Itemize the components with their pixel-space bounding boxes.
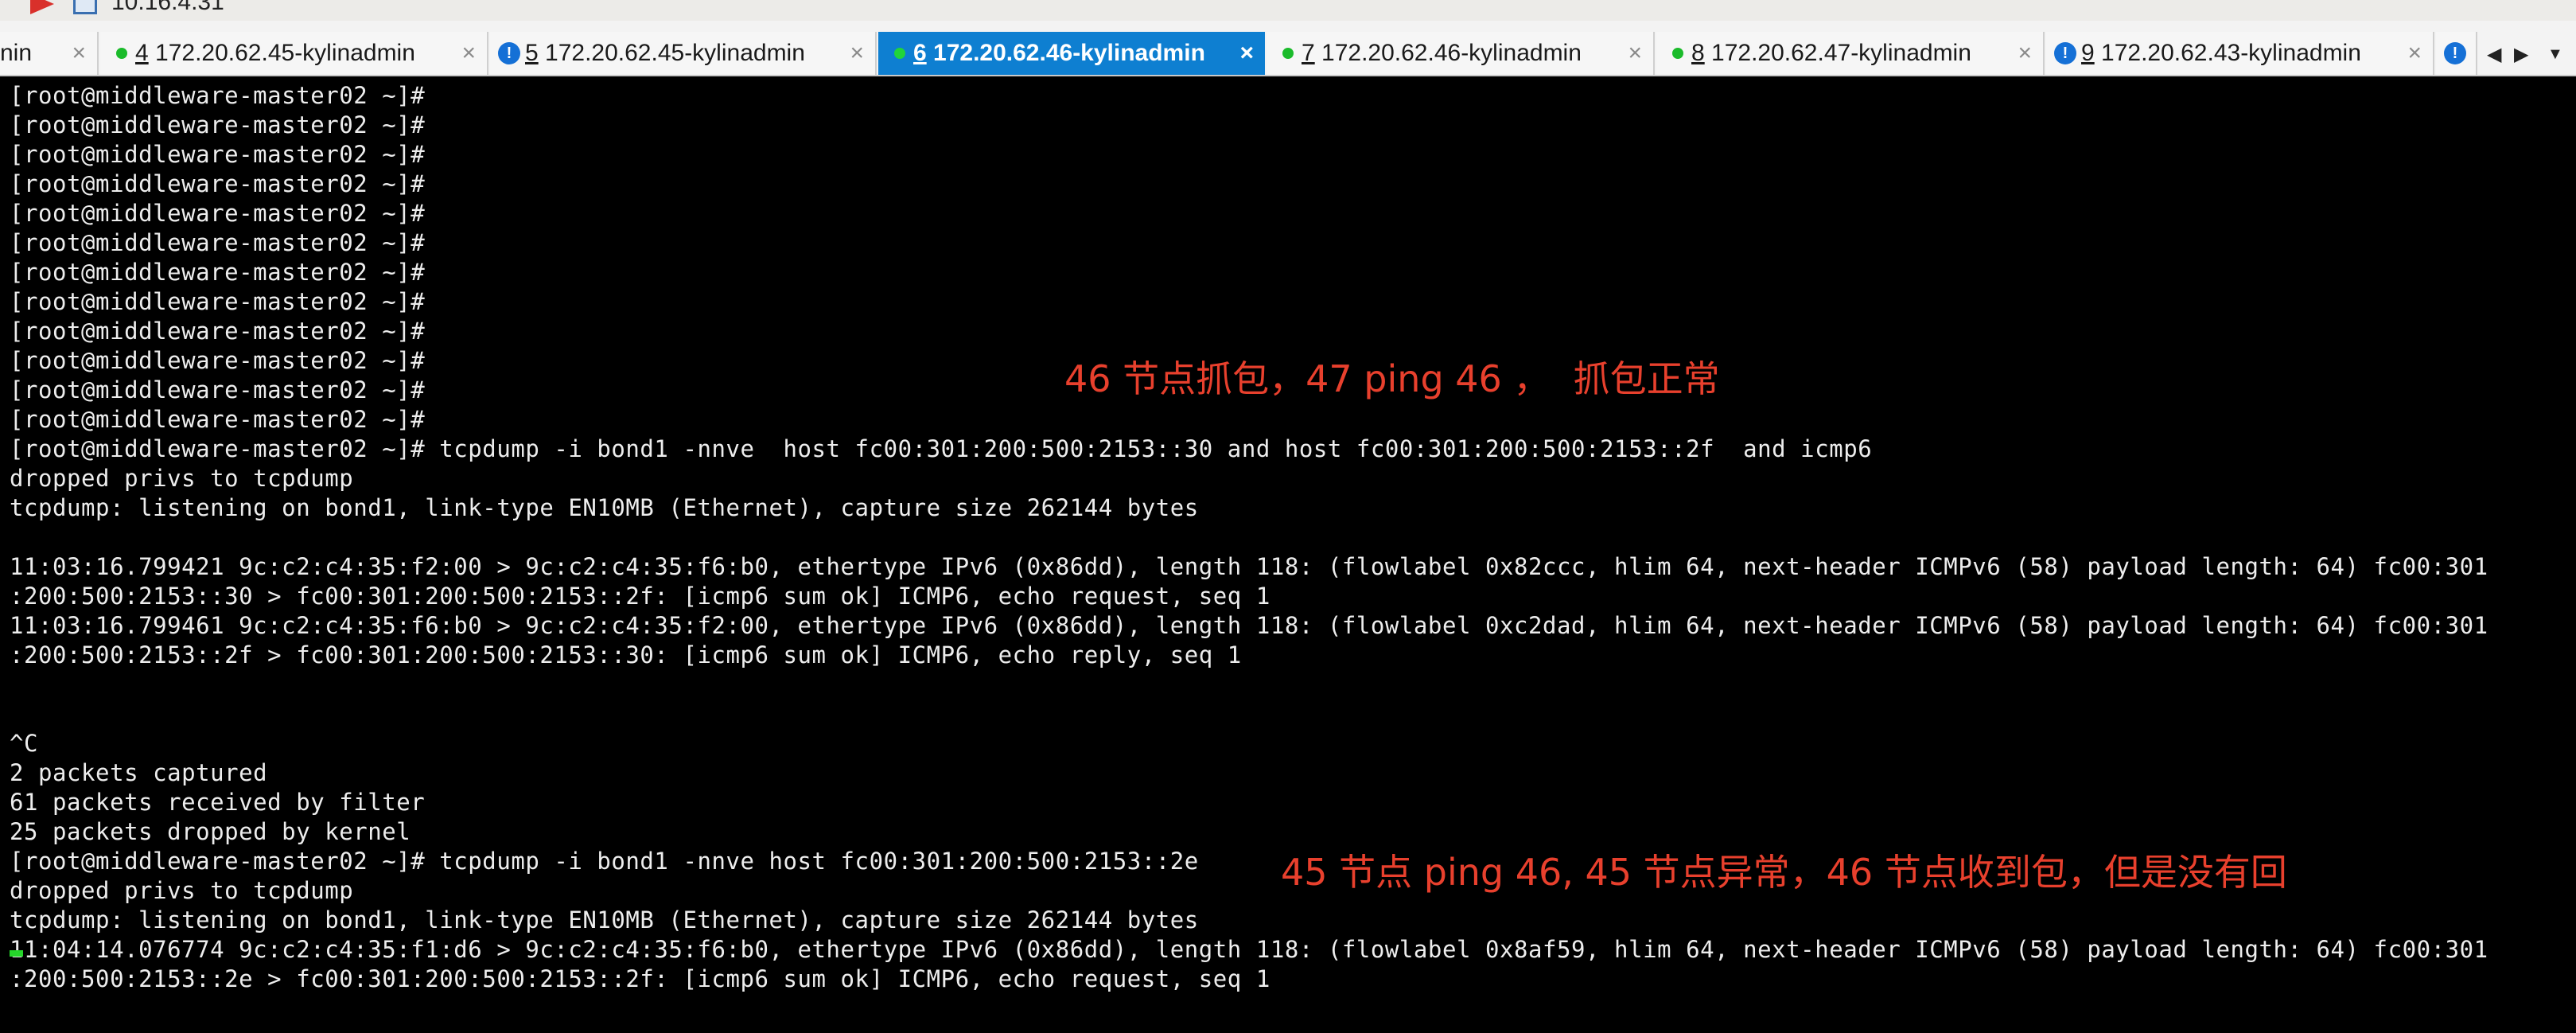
close-icon[interactable]: × [1239,32,1254,75]
terminal-line: ^C [10,730,39,757]
terminal-line: [root@middleware-master02 ~]# [10,141,426,168]
close-icon[interactable]: × [850,32,864,75]
terminal-line: dropped privs to tcpdump [10,465,354,492]
status-dot-icon [116,48,127,59]
close-icon[interactable]: × [72,32,86,75]
tab-list-dropdown-icon[interactable]: ▼ [2547,45,2563,64]
terminal-line: [root@middleware-master02 ~]# [10,200,426,227]
tab-label: 172.20.62.46-kylinadmin [1314,40,1582,66]
flag-icon [30,0,54,14]
close-icon[interactable]: × [2407,32,2422,75]
window-title: 10.16.4.31 [111,0,224,15]
window-title-bar: 10.16.4.31 [0,0,2576,21]
terminal-line: 11:03:16.799461 9c:c2:c4:35:f6:b0 > 9c:c… [10,612,2488,639]
tab-session-8[interactable]: 8 172.20.62.47-kylinadmin × [1656,32,2045,75]
terminal-line: [root@middleware-master02 ~]# tcpdump -i… [10,848,1199,875]
terminal-line: tcpdump: listening on bond1, link-type E… [10,906,1199,934]
close-icon[interactable]: × [461,32,476,75]
info-icon: ! [2054,42,2076,64]
terminal-line: 11:04:14.076774 9c:c2:c4:35:f1:d6 > 9c:c… [10,936,2488,963]
tab-label: 172.20.62.45-kylinadmin [538,40,805,66]
terminal-line: [root@middleware-master02 ~]# [10,229,426,256]
tab-number: 4 [135,40,149,66]
terminal-output[interactable]: [root@middleware-master02 ~]# [root@midd… [0,76,2576,1033]
tab-number: 6 [913,40,927,66]
annotation-capture-normal: 46 节点抓包，47 ping 46 ， 抓包正常 [1064,357,1720,400]
tab-label: nin [0,40,33,66]
annotation-ping-abnormal: 45 节点 ping 46, 45 节点异常，46 节点收到包，但是没有回 [1281,851,2287,894]
tab-number: 7 [1302,40,1315,66]
terminal-line: [root@middleware-master02 ~]# [10,111,426,138]
tab-session-5[interactable]: ! 5 172.20.62.45-kylinadmin × [490,32,877,75]
terminal-line: dropped privs to tcpdump [10,877,354,904]
terminal-line: [root@middleware-master02 ~]# [10,376,426,403]
info-icon: ! [2444,42,2466,64]
status-dot-icon [1282,48,1294,59]
tab-session-9[interactable]: ! 9 172.20.62.43-kylinadmin × [2046,32,2434,75]
tab-number: 9 [2081,40,2095,66]
close-icon[interactable]: × [1628,32,1642,75]
terminal-line: :200:500:2153::2f > fc00:301:200:500:215… [10,641,1242,669]
terminal-line: [root@middleware-master02 ~]# [10,82,426,109]
terminal-line: :200:500:2153::2e > fc00:301:200:500:215… [10,965,1270,992]
terminal-line: [root@middleware-master02 ~]# [10,347,426,374]
close-icon[interactable]: × [2018,32,2032,75]
tab-session-overflow[interactable]: ! [2436,32,2477,75]
terminal-line: :200:500:2153::30 > fc00:301:200:500:215… [10,583,1270,610]
tab-number: 5 [525,40,539,66]
tab-scroll-left-icon[interactable]: ◀ [2487,43,2501,66]
status-dot-icon [894,48,905,59]
tab-label: 172.20.62.45-kylinadmin [148,40,415,66]
tab-session-partial[interactable]: nin × [0,32,99,75]
tab-label: 172.20.62.46-kylinadmin [926,40,1205,66]
session-tab-bar: nin × 4 172.20.62.45-kylinadmin × ! 5 17… [0,21,2576,76]
tab-number: 8 [1691,40,1705,66]
terminal-line: [root@middleware-master02 ~]# [10,288,426,315]
app-icon [73,0,97,14]
terminal-line: tcpdump: listening on bond1, link-type E… [10,494,1199,521]
tab-session-6-active[interactable]: 6 172.20.62.46-kylinadmin × [878,32,1265,75]
info-icon: ! [498,42,520,64]
terminal-line: [root@middleware-master02 ~]# [10,170,426,197]
tab-label: 172.20.62.43-kylinadmin [2094,40,2361,66]
terminal-line: [root@middleware-master02 ~]# [10,318,426,345]
terminal-line: 25 packets dropped by kernel [10,818,411,845]
tab-scroll-right-icon[interactable]: ▶ [2514,43,2528,66]
terminal-line: 11:03:16.799421 9c:c2:c4:35:f2:00 > 9c:c… [10,553,2488,580]
terminal-line: 2 packets captured [10,759,268,786]
terminal-line: [root@middleware-master02 ~]# [10,259,426,286]
terminal-line: [root@middleware-master02 ~]# [10,406,426,433]
terminal-line: 61 packets received by filter [10,789,426,816]
terminal-line: [root@middleware-master02 ~]# tcpdump -i… [10,435,1873,462]
tab-session-4[interactable]: 4 172.20.62.45-kylinadmin × [100,32,488,75]
tab-label: 172.20.62.47-kylinadmin [1704,40,1971,66]
status-dot-icon [1672,48,1683,59]
terminal-cursor [10,950,23,957]
tab-session-7[interactable]: 7 172.20.62.46-kylinadmin × [1267,32,1655,75]
